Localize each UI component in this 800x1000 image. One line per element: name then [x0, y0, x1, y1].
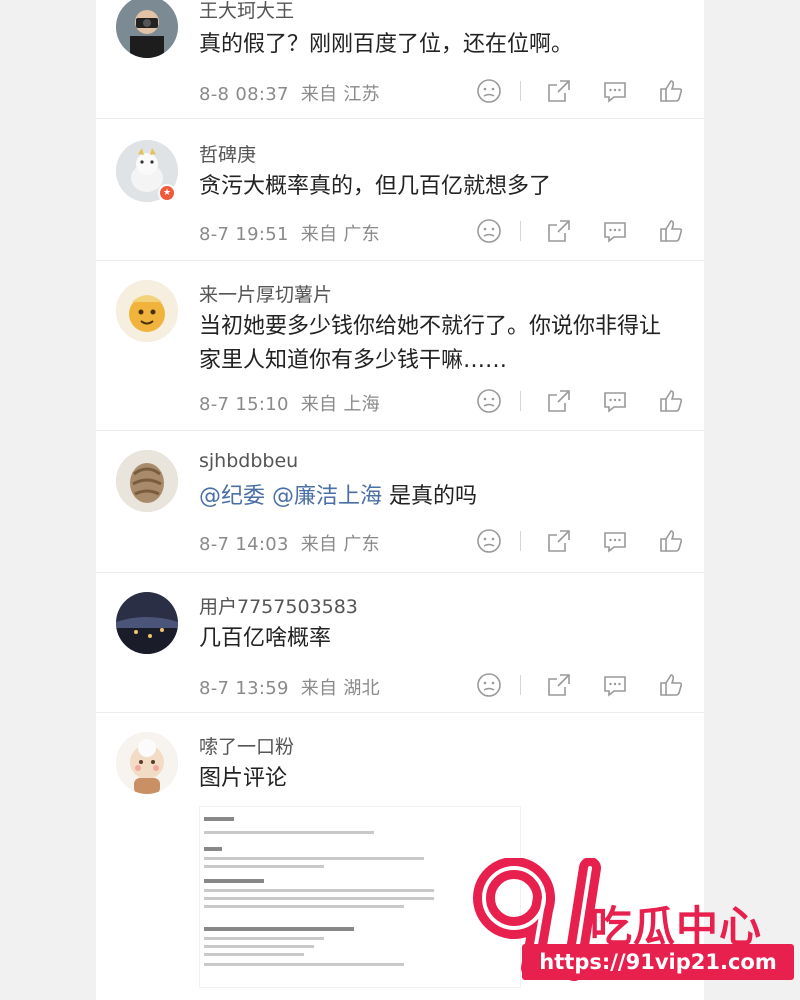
- comment-time: 8-7 13:59: [199, 678, 289, 699]
- avatar[interactable]: [116, 592, 178, 654]
- comment-actions: [476, 218, 686, 244]
- like-icon[interactable]: [658, 78, 684, 104]
- comment-text: 当初她要多少钱你给她不就行了。你说你非得让家里人知道你有多少钱干嘛……: [199, 314, 662, 373]
- comment-item: 用户7757503583 几百亿啥概率 8-7 13:59 来自 湖北: [96, 572, 704, 713]
- emoji-reaction-icon[interactable]: [476, 218, 502, 244]
- comment-text: 几百亿啥概率: [199, 626, 332, 651]
- doc-line: [204, 953, 304, 956]
- doc-line: [204, 889, 434, 892]
- like-icon[interactable]: [658, 218, 684, 244]
- doc-line: [204, 857, 424, 860]
- doc-line: [204, 905, 404, 908]
- doc-line: [204, 937, 324, 940]
- comment-location: 来自 江苏: [300, 84, 380, 105]
- comment-item: ★ 哲碑庚 贪污大概率真的，但几百亿就想多了 8-7 19:51 来自 广东: [96, 118, 704, 261]
- comment-item: 王大珂大王 真的假了？刚刚百度了位，还在位啊。 8-8 08:37 来自 江苏: [96, 0, 704, 119]
- comment-text: 图片评论: [199, 766, 288, 791]
- share-icon[interactable]: [546, 78, 572, 104]
- comment-time: 8-8 08:37: [199, 84, 289, 105]
- share-icon[interactable]: [546, 218, 572, 244]
- comment-location: 来自 广东: [300, 534, 380, 555]
- doc-line: [204, 865, 324, 868]
- emoji-reaction-icon[interactable]: [476, 672, 502, 698]
- avatar[interactable]: [116, 450, 178, 512]
- comment-icon[interactable]: [602, 218, 628, 244]
- comment-location: 来自 广东: [300, 224, 380, 245]
- comment-username[interactable]: 王大珂大王: [199, 0, 294, 23]
- comment-location: 来自 上海: [300, 394, 380, 415]
- comment-time: 8-7 19:51: [199, 224, 289, 245]
- avatar[interactable]: [116, 0, 178, 58]
- share-icon[interactable]: [546, 528, 572, 554]
- watermark-url: https://91vip21.com: [522, 944, 794, 980]
- comment-username[interactable]: 用户7757503583: [199, 592, 358, 619]
- doc-line: [204, 879, 264, 883]
- comment-username[interactable]: 来一片厚切薯片: [199, 280, 332, 307]
- comment-list: 王大珂大王 真的假了？刚刚百度了位，还在位啊。 8-8 08:37 来自 江苏: [96, 0, 704, 1000]
- divider: [520, 391, 521, 411]
- comment-icon[interactable]: [602, 528, 628, 554]
- comment-item: 来一片厚切薯片 当初她要多少钱你给她不就行了。你说你非得让家里人知道你有多少钱干…: [96, 260, 704, 431]
- mention-link[interactable]: @纪委: [199, 484, 265, 509]
- comment-username[interactable]: 嗦了一口粉: [199, 732, 294, 759]
- comment-time: 8-7 15:10: [199, 394, 289, 415]
- divider: [520, 531, 521, 551]
- comment-text: 贪污大概率真的，但几百亿就想多了: [199, 174, 552, 199]
- comment-icon[interactable]: [602, 672, 628, 698]
- like-icon[interactable]: [658, 672, 684, 698]
- comment-text: 真的假了？刚刚百度了位，还在位啊。: [199, 32, 574, 57]
- comment-meta: 8-7 13:59 来自 湖北: [199, 674, 380, 700]
- share-icon[interactable]: [546, 388, 572, 414]
- avatar[interactable]: [116, 280, 178, 342]
- comment-actions: [476, 388, 686, 414]
- comment-username[interactable]: 哲碑庚: [199, 140, 256, 167]
- comment-text-body: 是真的吗: [382, 484, 478, 509]
- doc-line: [204, 817, 234, 821]
- divider: [520, 81, 521, 101]
- comment-location: 来自 湖北: [300, 678, 380, 699]
- comment-meta: 8-8 08:37 来自 江苏: [199, 80, 380, 106]
- like-icon[interactable]: [658, 528, 684, 554]
- comment-meta: 8-7 15:10 来自 上海: [199, 390, 380, 416]
- mention-link[interactable]: @廉洁上海: [272, 484, 382, 509]
- doc-line: [204, 897, 434, 900]
- divider: [520, 675, 521, 695]
- like-icon[interactable]: [658, 388, 684, 414]
- emoji-reaction-icon[interactable]: [476, 78, 502, 104]
- verified-badge-icon: ★: [158, 184, 176, 202]
- comment-text: @纪委 @廉洁上海 是真的吗: [199, 480, 679, 514]
- doc-line: [204, 927, 354, 931]
- share-icon[interactable]: [546, 672, 572, 698]
- comment-meta: 8-7 14:03 来自 广东: [199, 530, 380, 556]
- comment-actions: [476, 528, 686, 554]
- divider: [520, 221, 521, 241]
- comment-icon[interactable]: [602, 388, 628, 414]
- comment-icon[interactable]: [602, 78, 628, 104]
- doc-line: [204, 847, 222, 851]
- comment-username[interactable]: sjhbdbbeu: [199, 450, 298, 472]
- comment-item: sjhbdbbeu @纪委 @廉洁上海 是真的吗 8-7 14:03 来自 广东: [96, 430, 704, 573]
- doc-line: [204, 963, 404, 966]
- emoji-reaction-icon[interactable]: [476, 388, 502, 414]
- doc-line: [204, 831, 374, 834]
- comment-time: 8-7 14:03: [199, 534, 289, 555]
- comment-actions: [476, 672, 686, 698]
- emoji-reaction-icon[interactable]: [476, 528, 502, 554]
- comment-actions: [476, 78, 686, 104]
- comment-meta: 8-7 19:51 来自 广东: [199, 220, 380, 246]
- avatar[interactable]: [116, 732, 178, 794]
- doc-line: [204, 945, 314, 948]
